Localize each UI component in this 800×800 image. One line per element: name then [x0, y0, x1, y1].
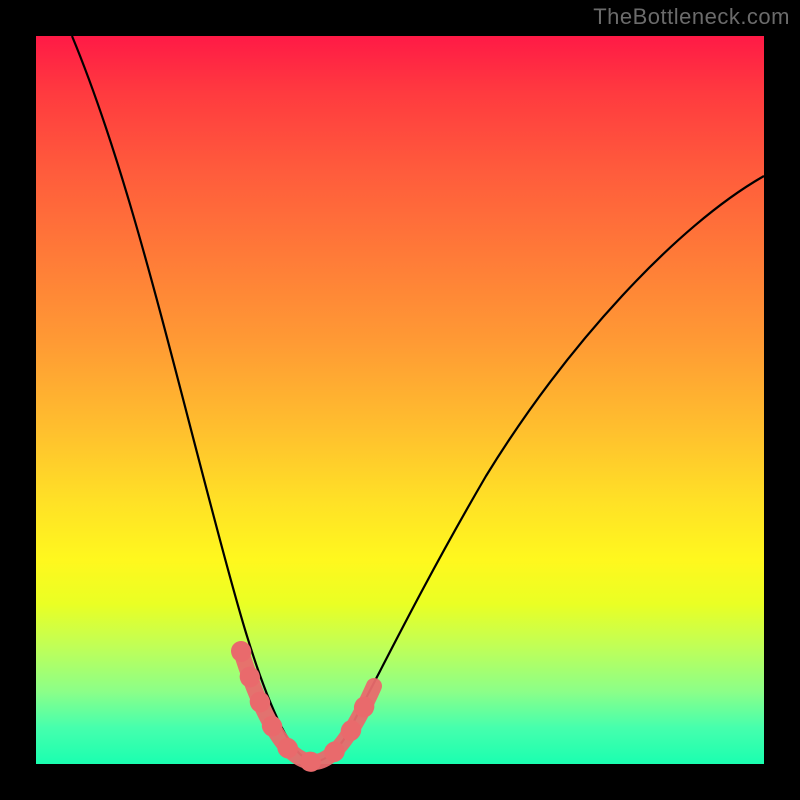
- plot-area: [36, 36, 764, 764]
- watermark-text: TheBottleneck.com: [593, 4, 790, 30]
- bottleneck-curve: [72, 36, 764, 761]
- curve-layer: [36, 36, 764, 764]
- chart-frame: TheBottleneck.com: [0, 0, 800, 800]
